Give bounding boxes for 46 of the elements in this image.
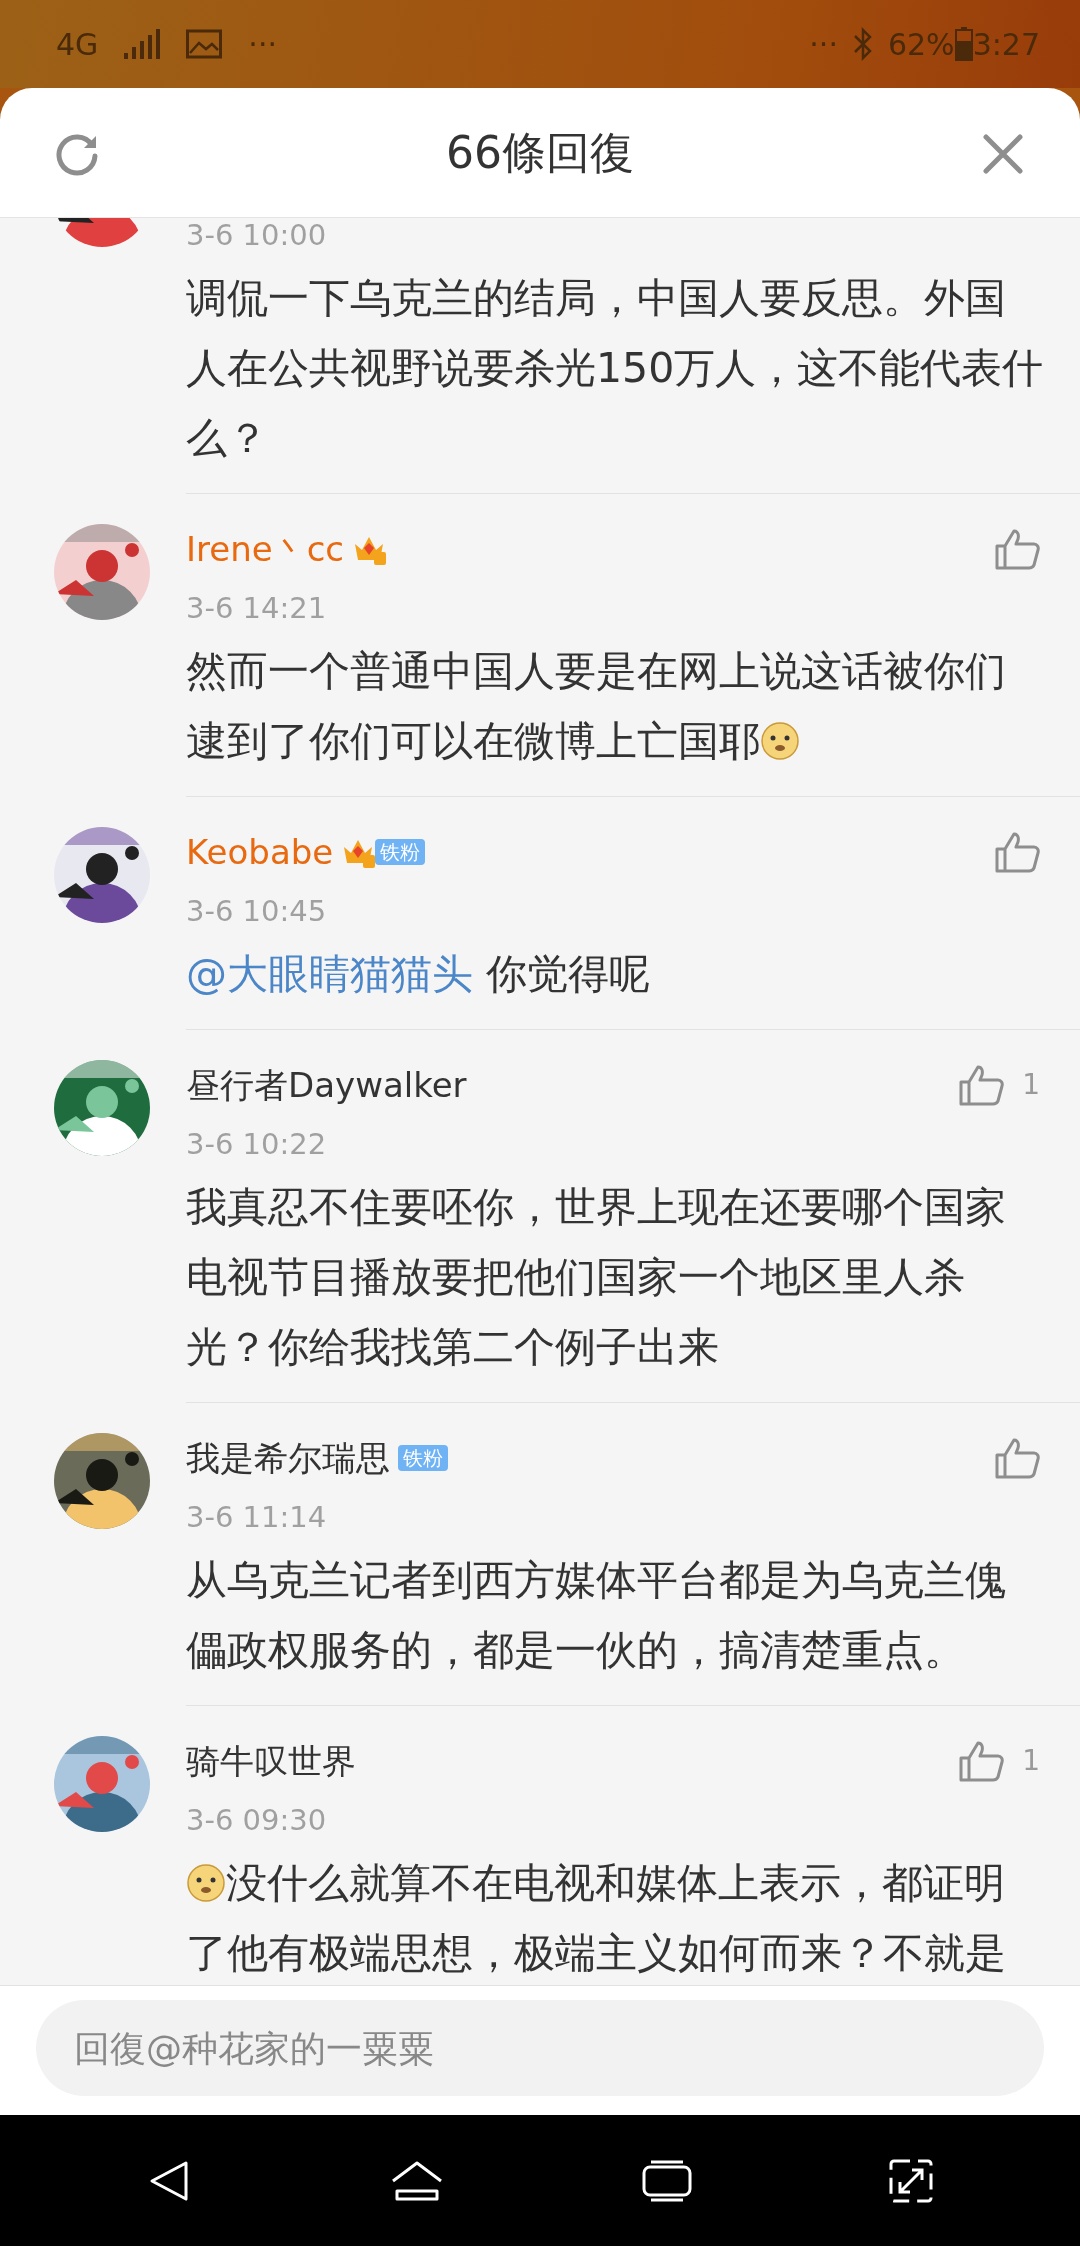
image-icon bbox=[186, 29, 223, 59]
more-indicator: ··· bbox=[809, 25, 838, 64]
comment-text: 我真忍不住要呸你，世界上现在还要哪个国家电视节目播放要把他们国家一个地区里人杀光？你给我找第二个例子出来 bbox=[186, 1183, 1006, 1371]
comment-text: 了他有极端思想，极端主义如何而来？不就是 bbox=[186, 1928, 1006, 1979]
battery-icon bbox=[954, 27, 973, 61]
comment-time: 3-6 11:14 bbox=[186, 1499, 328, 1536]
username: Keobabe bbox=[186, 830, 334, 874]
emoji-icon[interactable] bbox=[760, 721, 800, 761]
comment-time: 3-6 10:45 bbox=[186, 893, 328, 930]
emoji-icon[interactable] bbox=[186, 1863, 226, 1903]
refresh-icon[interactable] bbox=[54, 131, 100, 177]
username: 昼行者Daywalker bbox=[186, 1063, 467, 1107]
bluetooth-icon bbox=[851, 27, 874, 61]
signal-icon bbox=[124, 29, 161, 59]
more-indicator: ··· bbox=[248, 25, 277, 64]
like-count: 1 bbox=[1022, 1067, 1040, 1103]
thumbs-up-icon[interactable] bbox=[994, 527, 1040, 571]
clock-time: 3:27 bbox=[972, 25, 1040, 64]
thumbs-up-icon[interactable] bbox=[994, 830, 1040, 874]
thumbs-up-icon[interactable] bbox=[958, 1063, 1005, 1107]
network-indicator: 4G bbox=[56, 25, 99, 64]
thumbs-up-icon[interactable] bbox=[958, 1739, 1005, 1783]
username: 我是希尔瑞思 bbox=[186, 1436, 390, 1480]
thumbs-up-icon[interactable] bbox=[994, 1436, 1040, 1480]
comment-text: 没什么就算不在电视和媒体上表示，都证明 bbox=[226, 1858, 1005, 1909]
close-icon[interactable] bbox=[980, 131, 1026, 177]
comment-text: @大眼睛猫猫头 你觉得呢 bbox=[186, 950, 651, 998]
fan-badge: 铁粉 bbox=[398, 1445, 448, 1471]
comment-text: 逮到了你们可以在微博上亡国耶 bbox=[186, 716, 760, 767]
comment-text: 从乌克兰记者到西方媒体平台都是为乌克兰傀儡政权服务的，都是一伙的，搞清楚重点。 bbox=[186, 1556, 1006, 1674]
username: Irene丶cc bbox=[186, 527, 345, 571]
username: 骑牛叹世界 bbox=[186, 1739, 356, 1783]
comment-text: 调侃一下乌克兰的结局，中国人要反思。外国人在公共视野说要杀光150万人，这不能代表什么？ bbox=[186, 274, 1044, 462]
reply-field[interactable]: 回復@种花家的一粟粟 bbox=[36, 2000, 1044, 2096]
expand-icon[interactable] bbox=[888, 2157, 935, 2204]
comment-time: 3-6 10:00 bbox=[186, 218, 328, 254]
comment-time: 3-6 09:30 bbox=[186, 1802, 328, 1839]
battery-percent: 62% bbox=[887, 25, 955, 64]
sheet-title: 66條回復 bbox=[446, 125, 634, 180]
comment-time: 3-6 14:21 bbox=[186, 590, 328, 627]
like-count: 1 bbox=[1022, 1743, 1040, 1779]
comment-time: 3-6 10:22 bbox=[186, 1126, 328, 1163]
fan-badge: 铁粉 bbox=[375, 839, 426, 865]
mention-link[interactable]: @大眼睛猫猫头 bbox=[186, 950, 473, 998]
recents-icon[interactable] bbox=[640, 2158, 693, 2203]
comment-text: 然而一个普通中国人要是在网上说这话被你们 bbox=[186, 646, 1006, 697]
